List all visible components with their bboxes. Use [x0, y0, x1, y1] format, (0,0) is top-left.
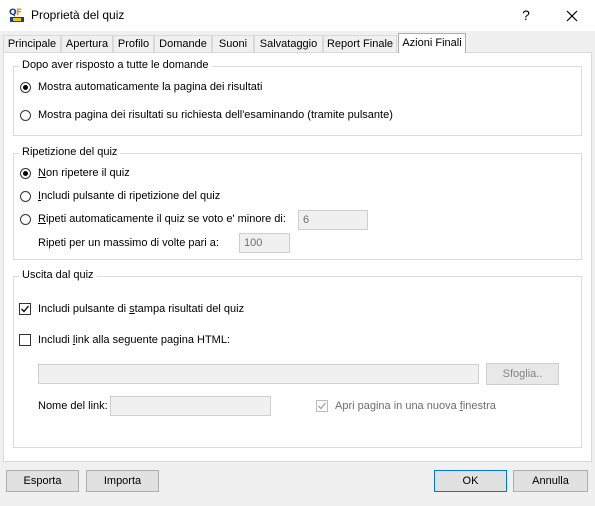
ripeti-massimo-input[interactable]: 100 — [239, 233, 290, 253]
html-page-path-input[interactable] — [38, 364, 479, 384]
checkbox-nuova-finestra[interactable] — [316, 400, 328, 412]
window-title: Proprietà del quiz — [31, 8, 125, 22]
sfoglia-button[interactable]: Sfoglia.. — [486, 363, 559, 385]
radio-mostra-su-richiesta-label[interactable]: Mostra pagina dei risultati su richiesta… — [38, 109, 393, 121]
tab-azioni-finali[interactable]: Azioni Finali — [398, 33, 466, 53]
radio-non-ripetere-label[interactable]: Non ripetere il quiz — [38, 167, 130, 179]
group-dopo-risposto — [13, 66, 582, 136]
help-button[interactable]: ? — [503, 0, 549, 31]
tab-divider — [3, 52, 591, 53]
checkbox-stampa-risultati-label[interactable]: Includi pulsante di stampa risultati del… — [38, 303, 244, 315]
checkbox-includi-link[interactable] — [19, 334, 31, 346]
tab-domande[interactable]: Domande — [154, 35, 212, 52]
checkmark-icon — [21, 305, 30, 313]
tab-profilo[interactable]: Profilo — [113, 35, 154, 52]
tab-apertura[interactable]: Apertura — [61, 35, 113, 52]
nome-link-input[interactable] — [110, 396, 271, 416]
radio-includi-pulsante-ripetizione[interactable] — [20, 191, 31, 202]
ok-button[interactable]: OK — [434, 470, 507, 492]
ripeti-massimo-label: Ripeti per un massimo di volte pari a: — [38, 237, 219, 249]
nome-link-label: Nome del link: — [38, 400, 108, 412]
annulla-button[interactable]: Annulla — [513, 470, 588, 492]
checkbox-stampa-risultati[interactable] — [19, 303, 31, 315]
soglia-voto-input[interactable]: 6 — [298, 210, 368, 230]
group-dopo-risposto-title: Dopo aver risposto a tutte le domande — [19, 59, 212, 71]
importa-button[interactable]: Importa — [86, 470, 159, 492]
radio-non-ripetere[interactable] — [20, 168, 31, 179]
checkbox-includi-link-label[interactable]: Includi link alla seguente pagina HTML: — [38, 334, 230, 346]
checkbox-nuova-finestra-label[interactable]: Apri pagina in una nuova finestra — [335, 400, 496, 412]
quiz-app-icon: Q F — [9, 7, 25, 23]
close-button[interactable] — [549, 0, 595, 31]
tab-suoni[interactable]: Suoni — [212, 35, 254, 52]
svg-text:F: F — [16, 8, 22, 18]
tab-salvataggio[interactable]: Salvataggio — [254, 35, 323, 52]
radio-includi-pulsante-ripetizione-label[interactable]: Includi pulsante di ripetizione del quiz — [38, 190, 220, 202]
group-uscita-title: Uscita dal quiz — [19, 269, 97, 281]
radio-ripeti-automaticamente[interactable] — [20, 214, 31, 225]
radio-ripeti-automaticamente-label[interactable]: Ripeti automaticamente il quiz se voto e… — [38, 213, 286, 225]
close-icon — [566, 10, 578, 22]
group-uscita — [13, 276, 582, 448]
radio-mostra-su-richiesta[interactable] — [20, 110, 31, 121]
radio-mostra-automatica-label[interactable]: Mostra automaticamente la pagina dei ris… — [38, 81, 262, 93]
esporta-button[interactable]: Esporta — [6, 470, 79, 492]
group-ripetizione-title: Ripetizione del quiz — [19, 146, 121, 158]
checkmark-icon — [318, 402, 327, 410]
tab-principale[interactable]: Principale — [3, 35, 61, 52]
tab-report-finale[interactable]: Report Finale — [323, 35, 397, 52]
radio-mostra-automatica[interactable] — [20, 82, 31, 93]
